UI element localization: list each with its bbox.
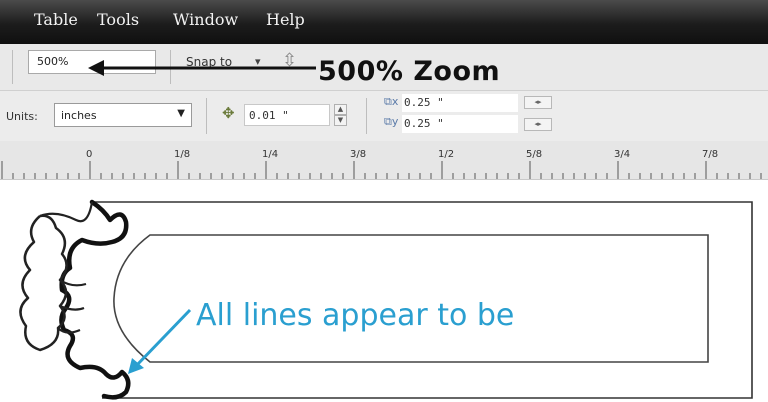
duplicate-y-spinner[interactable]: ◂▸ — [524, 118, 552, 131]
menu-bar: Table Tools Window Help — [0, 0, 768, 44]
lines-annotation-text: All lines appear to be — [196, 298, 515, 333]
chevron-down-icon: ▼ — [177, 108, 185, 119]
duplicate-y-input[interactable]: 0.25 " — [402, 115, 518, 133]
zoom-annotation-arrow — [88, 60, 316, 76]
units-value: inches — [61, 109, 97, 122]
drawing-shapes — [19, 199, 753, 400]
duplicate-x-spinner[interactable]: ◂▸ — [524, 96, 552, 109]
duplicate-x-input[interactable]: 0.25 " — [402, 94, 518, 112]
ruler-label: 3/4 — [614, 149, 631, 160]
nudge-distance-input[interactable]: 0.01 " — [244, 104, 330, 126]
nudge-spin-up[interactable]: ▲ — [334, 104, 347, 115]
menu-help[interactable]: Help — [266, 10, 305, 29]
duplicate-x-icon: ⧉x — [384, 95, 399, 108]
menu-tools[interactable]: Tools — [97, 10, 139, 29]
ruler-label: 1/4 — [262, 149, 279, 160]
ruler-label: 1/2 — [438, 149, 455, 160]
ruler-label: 1/8 — [174, 149, 191, 160]
lines-annotation-arrow — [134, 308, 192, 368]
ruler-label: 7/8 — [702, 149, 719, 160]
units-label: Units: — [6, 110, 38, 123]
toolbar-separator — [12, 50, 13, 84]
nudge-icon: ✥ — [222, 104, 235, 122]
toolbar-separator — [206, 98, 207, 134]
ornament-shape — [59, 199, 131, 400]
menu-table[interactable]: Table — [34, 10, 78, 29]
nudge-spin-down[interactable]: ▼ — [334, 115, 347, 126]
ruler-ticks — [1, 161, 762, 179]
ruler-label: 0 — [86, 149, 93, 160]
ruler-label: 5/8 — [526, 149, 543, 160]
duplicate-y-icon: ⧉y — [384, 115, 399, 128]
units-dropdown[interactable]: inches ▼ — [54, 103, 192, 127]
menu-window[interactable]: Window — [173, 10, 238, 29]
ruler-label: 3/8 — [350, 149, 367, 160]
toolbar-separator — [366, 98, 367, 134]
zoom-annotation-text: 500% Zoom — [318, 56, 501, 87]
